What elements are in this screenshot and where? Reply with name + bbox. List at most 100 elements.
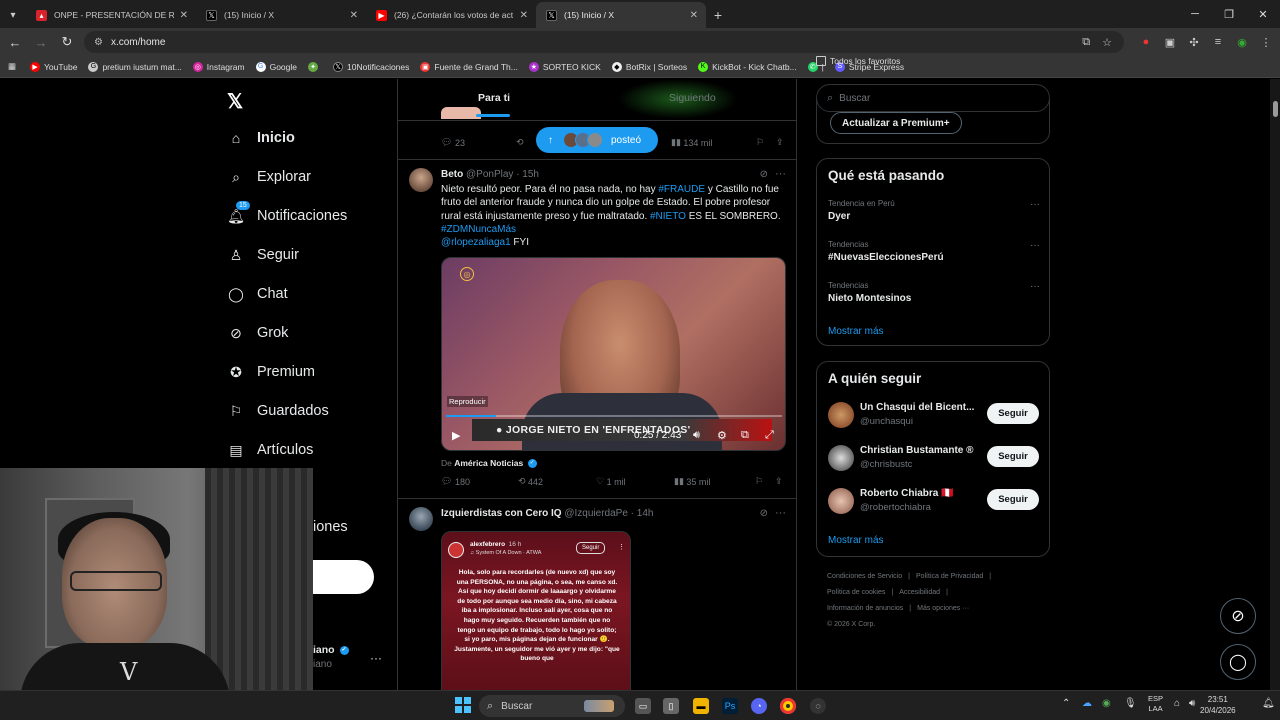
account-name[interactable]: iano ✓ [313,644,349,656]
hashtag-link[interactable]: #ZDMNuncaMás [441,224,516,235]
new-tab-button[interactable]: + [706,2,730,28]
task-view-icon[interactable]: ▭ [635,698,651,714]
nav-item-grok[interactable]: ⊘ Grok [227,324,288,342]
video-progress-bar[interactable] [446,415,782,417]
browser-tab[interactable]: 𝕏 (15) Inicio / X ✕ [196,2,366,28]
forward-icon[interactable]: → [30,35,52,50]
upgrade-premium-button[interactable]: Actualizar a Premium+ [830,112,962,134]
close-tab-icon[interactable]: ✕ [520,10,528,21]
grok-fab-icon[interactable]: ⊘ [1220,598,1256,634]
footer-link[interactable]: Accesibilidad [899,589,940,596]
grok-icon[interactable]: ⊘ [760,169,768,180]
bookmark-item[interactable]: ▶ YouTube [30,61,77,72]
fullscreen-icon[interactable]: ⤢ [765,429,774,442]
tab-for-you[interactable]: Para ti [478,92,510,104]
avatar[interactable] [409,507,433,531]
bookmark-item[interactable]: Gpretium iustum mat... [88,61,182,72]
discord-icon[interactable]: ◔ [751,698,767,714]
close-tab-icon[interactable]: ✕ [180,10,188,21]
mention-link[interactable]: @rlopezaliaga1 [441,237,511,248]
messages-fab-icon[interactable]: ◯ [1220,644,1256,680]
maximize-icon[interactable]: ❐ [1212,0,1246,28]
follow-button[interactable]: Seguir [987,489,1039,510]
x-logo-icon[interactable]: 𝕏 [227,89,243,114]
nav-item-chat[interactable]: ◯ Chat [227,285,287,303]
tweet-author[interactable]: Beto @PonPlay · 15h [441,169,539,180]
nav-item-home[interactable]: ⌂ Inicio [227,129,295,147]
extension-icon[interactable]: ● [1134,36,1158,48]
footer-link[interactable]: Política de cookies [827,589,885,596]
source-name[interactable]: América Noticias [454,458,523,468]
footer-link[interactable]: Condiciones de Servicio [827,573,902,580]
views-action[interactable]: ▮▮ 35 mil [674,476,755,487]
tray-chevron-icon[interactable]: ⌃ [1062,698,1070,709]
pip-icon[interactable]: ⧉ [741,429,749,442]
share-action-icon[interactable]: ⇪ [775,476,783,487]
windows-start-icon[interactable] [455,697,471,713]
follow-suggestion[interactable]: Roberto Chiabra 🇵🇪 @robertochiabra Seguir [828,486,1040,520]
trend-item[interactable]: Tendencias #NuevasEleccionesPerú ··· [828,240,1040,263]
reload-icon[interactable]: ↻ [56,34,78,50]
nav-item-partial[interactable]: iones [313,519,348,535]
follow-button[interactable]: Seguir [987,403,1039,424]
nav-item-follow[interactable]: ♙ Seguir [227,246,299,264]
more-icon[interactable]: ··· [775,507,786,519]
tweet-image[interactable]: alexfebrero 16 h ♫ System Of A Down · AT… [441,531,631,690]
more-icon[interactable]: ··· [1030,240,1040,251]
search-box[interactable]: ⌕ Buscar [816,84,1050,112]
new-posts-pill[interactable]: ↑ posteó [536,127,658,153]
page-scrollbar[interactable] [1270,79,1280,690]
close-tab-icon[interactable]: ✕ [350,10,358,21]
grok-icon[interactable]: ⊘ [760,508,768,519]
browser-tab[interactable]: ▴ ONPE - PRESENTACIÓN DE RES ✕ [26,2,196,28]
clock[interactable]: 23:51 20/4/2026 [1200,694,1236,716]
profile-avatar-icon[interactable]: ◉ [1230,36,1254,49]
photoshop-icon[interactable]: Ps [722,698,738,714]
footer-link[interactable]: Política de Privacidad [916,573,983,580]
nav-item-notifications[interactable]: 🔔︎ 15 Notificaciones [227,201,347,225]
follow-suggestion[interactable]: Un Chasqui del Bicent... @unchasqui Seguir [828,400,1040,434]
bookmark-action-icon[interactable]: ⚐ [755,476,775,487]
hashtag-link[interactable]: #NIETO [650,211,686,222]
show-more-trends-link[interactable]: Mostrar más [828,326,884,337]
more-icon[interactable]: ··· [1030,281,1040,292]
bookmark-action-icon[interactable]: ⚐ [756,137,776,148]
play-icon[interactable]: ▶ [452,429,460,442]
nav-item-explore[interactable]: ⌕ Explorar [227,168,311,186]
bookmark-item[interactable]: ◎ Instagram [192,61,245,72]
avatar[interactable] [409,168,433,192]
taskbar-search[interactable]: ⌕ Buscar [479,695,625,717]
nav-item-bookmarks[interactable]: ⚐ Guardados [227,402,329,420]
nav-item-premium[interactable]: ✪ Premium [227,363,315,381]
back-icon[interactable]: ← [4,35,26,50]
follow-suggestion[interactable]: Christian Bustamante ® @chrisbustc Seguir [828,443,1040,477]
close-tab-icon[interactable]: ✕ [690,10,698,21]
bookmark-item[interactable]: ◆ BotRix | Sorteos [611,61,687,72]
tab-following[interactable]: Siguiendo [669,92,716,104]
tab-search-icon[interactable]: ▾ [0,2,26,28]
tray-mic-icon[interactable]: 🎙︎ [1124,698,1137,709]
volume-icon[interactable]: 🔊︎ [1189,698,1195,709]
repost-action[interactable]: ⟲ 442 [518,476,596,487]
show-more-suggestions-link[interactable]: Mostrar más [828,535,884,546]
extensions-puzzle-icon[interactable]: ✣ [1182,36,1206,49]
footer-link[interactable]: Más opciones ··· [917,605,969,612]
browser-tab-active[interactable]: 𝕏 (15) Inicio / X ✕ [536,2,706,28]
address-bar[interactable]: ⚙ x.com/home ⧉ ☆ [84,31,1124,53]
bookmark-item[interactable]: ▣ Fuente de Grand Th... [420,61,518,72]
tweet[interactable]: Izquierdistas con Cero IQ @IzquierdaPe ·… [398,498,796,690]
hashtag-link[interactable]: #FRAUDE [658,184,705,195]
tray-cloud-icon[interactable]: ☁ [1082,698,1092,709]
site-info-icon[interactable]: ⚙ [94,37,103,48]
reply-action[interactable]: 💬︎ 23 [441,137,516,148]
bookmark-item[interactable]: ✦ [308,61,322,72]
views-action[interactable]: ▮▮ 134 mil [671,137,756,148]
trend-item[interactable]: Tendencia en Perú Dyer ··· [828,199,1040,222]
tweet-author[interactable]: Izquierdistas con Cero IQ @IzquierdaPe ·… [441,508,653,519]
install-app-icon[interactable]: ⧉ [1082,36,1090,49]
bookmark-item[interactable]: ★ SORTEO KICK [528,61,601,72]
file-explorer-icon[interactable]: ▬ [693,698,709,714]
more-icon[interactable]: ··· [775,168,786,180]
browser-menu-icon[interactable]: ⋮ [1254,36,1278,49]
account-menu-icon[interactable]: ··· [370,651,382,665]
